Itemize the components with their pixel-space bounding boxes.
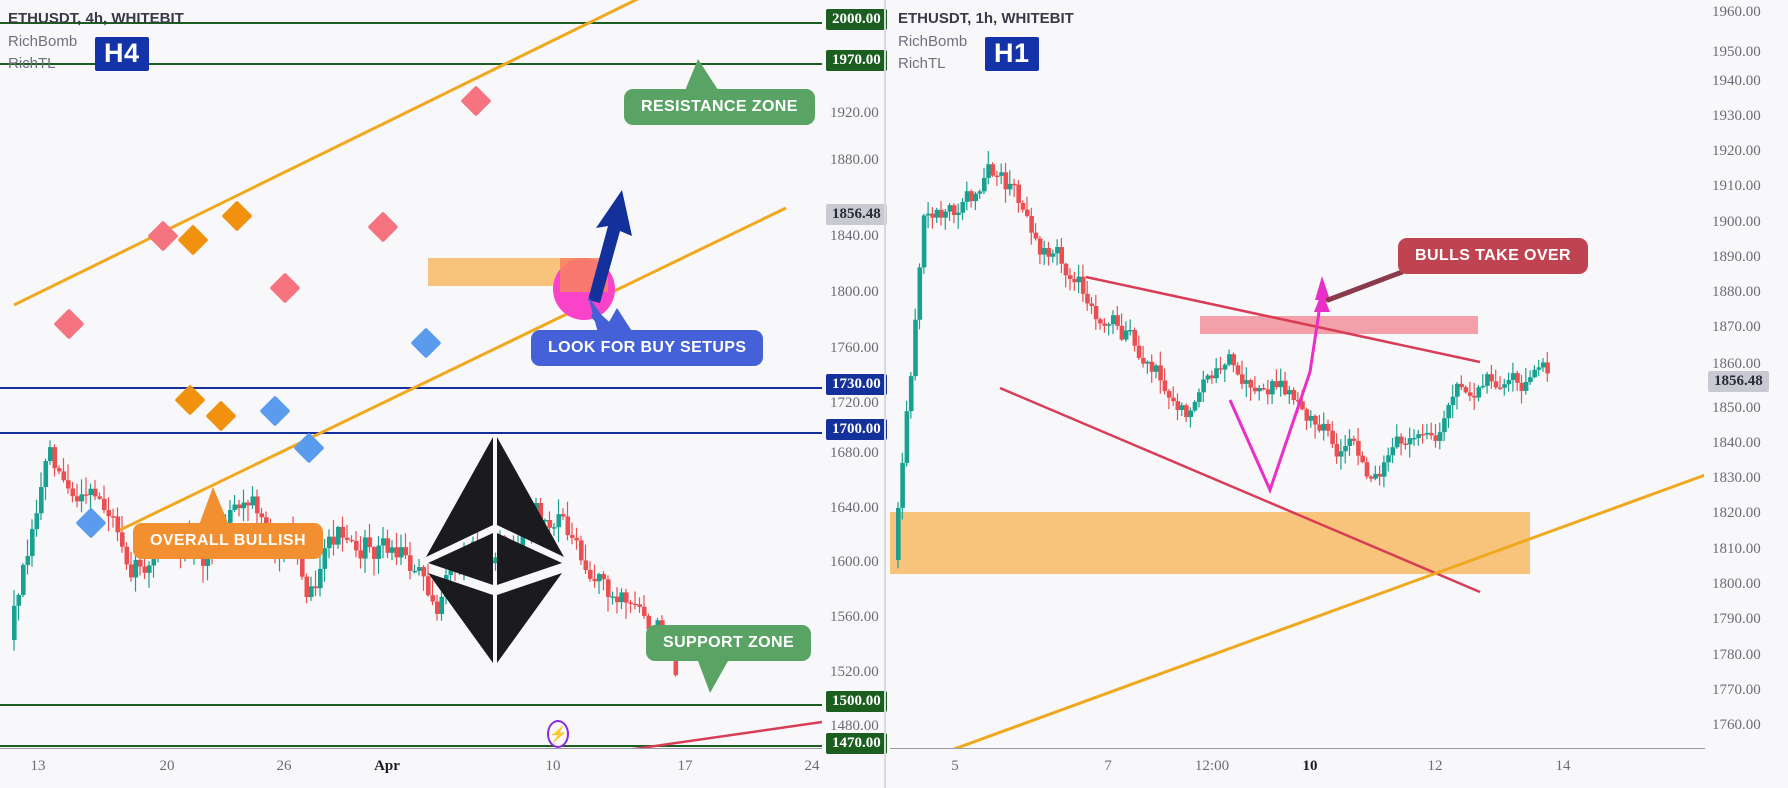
chart-panel-h4[interactable]: ⚡ ETHUSDT, 4h, WHITEBIT RichBomb RichTL … [0,0,822,788]
buy-setups-callout: LOOK FOR BUY SETUPS [531,308,764,366]
time-tick: 5 [951,758,959,774]
time-tick: 12 [1427,758,1443,774]
time-tick: 7 [1104,758,1112,774]
time-tick: 20 [159,758,175,774]
symbol-title-h1[interactable]: ETHUSDT, 1h, WHITEBIT [898,10,1074,27]
time-axis-h1[interactable]: 5 7 12:00 10 12 14 [890,748,1705,788]
bolt-icon[interactable]: ⚡ [547,720,569,748]
price-tick: 1940.00 [1712,73,1761,89]
price-tick: 1910.00 [1712,178,1761,194]
support-zone-callout: SUPPORT ZONE [646,625,812,693]
price-tick: 1880.00 [1712,284,1761,300]
overall-bullish-callout: OVERALL BULLISH [133,487,323,559]
price-level-label[interactable]: 1856.48 [1708,371,1769,392]
resistance-zone-label: RESISTANCE ZONE [624,89,815,125]
price-level-label[interactable]: 1700.00 [826,419,887,440]
time-tick: 24 [804,758,820,774]
price-tick: 1950.00 [1712,44,1761,60]
price-tick: 1780.00 [1712,647,1761,663]
price-level-label[interactable]: 1730.00 [826,374,887,395]
price-tick: 1920.00 [1712,143,1761,159]
price-tick: 1900.00 [1712,214,1761,230]
price-tick: 1790.00 [1712,611,1761,627]
price-tick: 1960.00 [1712,4,1761,20]
bulls-take-over-label: BULLS TAKE OVER [1398,238,1588,274]
price-level-label[interactable]: 1500.00 [826,691,887,712]
price-plot-h1[interactable] [890,0,1705,748]
timeframe-badge-h4[interactable]: H4 [95,37,149,72]
indicator-label-richbomb-h1[interactable]: RichBomb [898,33,967,50]
price-level-label[interactable]: 1856.48 [826,204,887,225]
price-tick: 1810.00 [1712,541,1761,557]
time-tick: 10 [1302,758,1318,774]
indicator-label-richbomb-h4[interactable]: RichBomb [8,33,77,50]
chart-panel-h1[interactable]: ETHUSDT, 1h, WHITEBIT RichBomb RichTL H1… [890,0,1788,788]
overall-bullish-label: OVERALL BULLISH [133,523,323,559]
price-tick: 1930.00 [1712,108,1761,124]
bulls-take-over-callout: BULLS TAKE OVER [1398,238,1588,274]
price-axis-h1[interactable]: 1960.00 1950.00 1940.00 1930.00 1920.00 1910.… [1704,0,1788,788]
price-tick: 1840.00 [1712,435,1761,451]
indicator-label-richtl-h1[interactable]: RichTL [898,55,946,72]
symbol-title-h4[interactable]: ETHUSDT, 4h, WHITEBIT [8,10,184,27]
price-level-label[interactable]: 2000.00 [826,9,887,30]
time-tick: 26 [276,758,292,774]
time-tick: Apr [374,758,400,774]
callout-tail [698,661,728,693]
resistance-zone-callout: RESISTANCE ZONE [624,59,815,125]
price-level-label[interactable]: 1470.00 [826,733,887,754]
price-tick: 1850.00 [1712,400,1761,416]
price-tick: 1830.00 [1712,470,1761,486]
price-tick: 1760.00 [1712,717,1761,733]
callout-tail [199,487,229,525]
price-tick: 1870.00 [1712,319,1761,335]
trading-chart-screenshot: ⚡ ETHUSDT, 4h, WHITEBIT RichBomb RichTL … [0,0,1788,788]
bulls-take-over-pointer [1325,269,1405,303]
time-tick: 14 [1555,758,1571,774]
time-tick: 10 [545,758,561,774]
indicator-label-richtl-h4[interactable]: RichTL [8,55,56,72]
support-zone-label: SUPPORT ZONE [646,625,812,661]
price-level-label[interactable]: 1970.00 [826,50,887,71]
time-tick: 12:00 [1194,758,1230,774]
time-tick: 13 [30,758,46,774]
panel-divider [884,0,886,788]
price-tick: 1770.00 [1712,682,1761,698]
timeframe-badge-h1[interactable]: H1 [985,37,1039,72]
time-tick: 17 [677,758,693,774]
price-tick: 1800.00 [1712,576,1761,592]
look-for-buy-setups-label: LOOK FOR BUY SETUPS [531,330,764,366]
price-tick: 1820.00 [1712,505,1761,521]
time-axis-h4[interactable]: 13 20 26 Apr 10 17 24 [0,748,822,788]
price-tick: 1890.00 [1712,249,1761,265]
